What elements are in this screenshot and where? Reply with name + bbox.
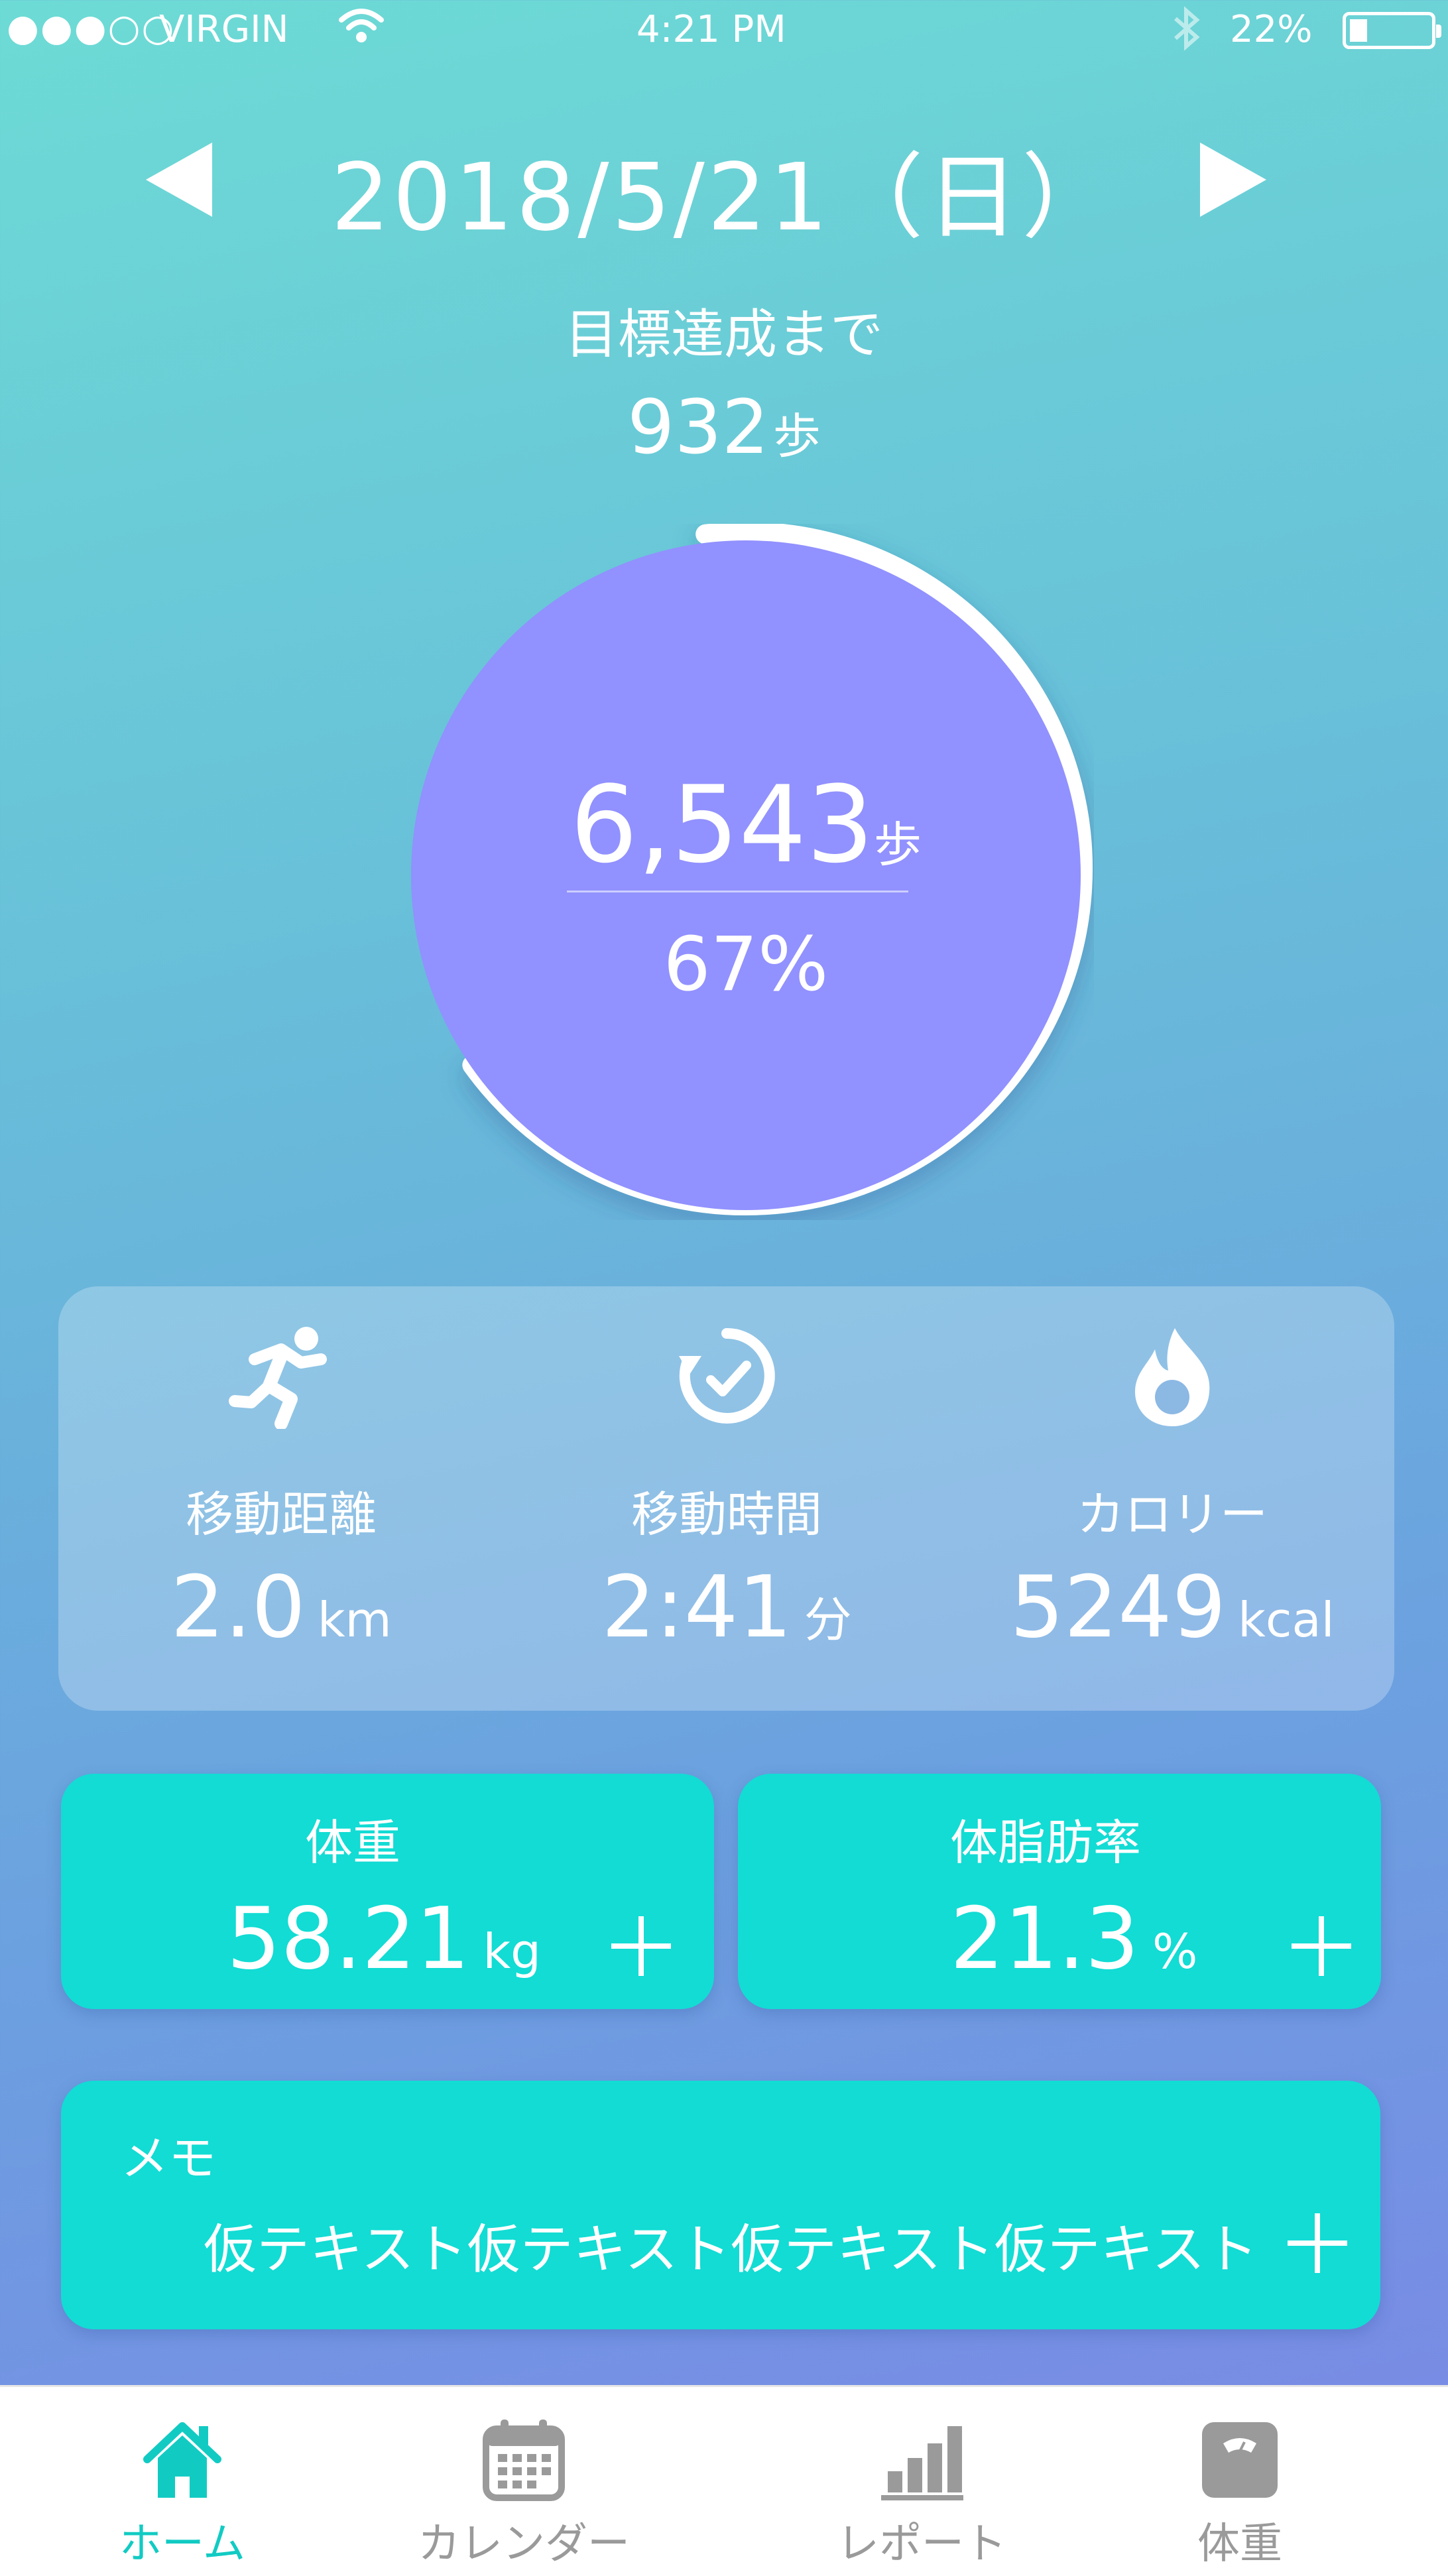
memo-card[interactable]: メモ 仮テキスト仮テキスト仮テキスト仮テキスト <box>61 2081 1380 2329</box>
stat-calories-label: カロリー <box>1076 1487 1268 1542</box>
add-weight-button[interactable] <box>611 1916 671 1976</box>
next-day-button[interactable] <box>1200 143 1266 217</box>
stat-calories-value: 5249 kcal <box>949 1558 1395 1657</box>
stat-calories-number: 5249 <box>1010 1558 1227 1657</box>
status-bar: ●●●○○ VIRGIN 4:21 PM 22% <box>0 0 1448 60</box>
flame-icon <box>1135 1328 1210 1426</box>
step-count-number: 6,543 <box>570 763 875 887</box>
tab-calendar-label: カレンダー <box>418 2520 630 2569</box>
tab-weight-label: 体重 <box>1197 2520 1282 2569</box>
tab-report[interactable]: レポート <box>822 2387 1021 2576</box>
weight-unit: kg <box>483 1924 541 1979</box>
stat-distance: 移動距離 2.0 km <box>58 1286 504 1711</box>
stat-distance-number: 2.0 <box>170 1558 306 1657</box>
signal-strength: ●●●○○ <box>7 7 176 50</box>
stat-distance-label: 移動距離 <box>185 1487 377 1542</box>
goal-percent: 67% <box>663 922 829 1008</box>
weight-card[interactable]: 体重 58.21 kg <box>61 1774 714 2009</box>
scale-icon <box>1202 2422 1278 2498</box>
body-fat-card[interactable]: 体脂肪率 21.3% <box>738 1774 1381 2009</box>
add-body-fat-button[interactable] <box>1292 1916 1351 1976</box>
weight-number: 58.21 <box>227 1890 470 1989</box>
stat-distance-unit: km <box>317 1592 392 1648</box>
bar-chart-icon <box>881 2426 963 2500</box>
timer-icon <box>679 1327 775 1424</box>
stat-time-label: 移動時間 <box>631 1487 822 1542</box>
calendar-icon <box>483 2420 565 2501</box>
carrier-name: VIRGIN <box>159 8 289 51</box>
stat-distance-value: 2.0 km <box>58 1558 504 1657</box>
goal-remaining-unit: 歩 <box>772 408 821 464</box>
home-icon <box>143 2422 221 2498</box>
body-fat-number: 21.3 <box>950 1890 1139 1989</box>
tab-weight[interactable]: 体重 <box>1157 2387 1323 2576</box>
battery-percent: 22% <box>1230 8 1313 51</box>
step-circle-text: 6,543歩 67% <box>398 524 1094 1220</box>
circle-divider <box>567 890 908 892</box>
goal-remaining-label: 目標達成まで <box>565 304 883 365</box>
tab-home[interactable]: ホーム <box>86 2387 278 2576</box>
weight-label: 体重 <box>304 1815 400 1871</box>
body-fat-unit: % <box>1152 1924 1198 1979</box>
running-person-icon <box>229 1327 327 1429</box>
clock: 4:21 PM <box>636 8 786 51</box>
stat-calories: カロリー 5249 kcal <box>949 1286 1395 1711</box>
stat-time-value: 2:41 分 <box>504 1558 949 1657</box>
wifi-icon <box>339 9 384 42</box>
goal-remaining-number: 932 <box>627 385 769 471</box>
step-count-unit: 歩 <box>874 817 922 873</box>
memo-label: メモ <box>121 2130 217 2186</box>
tab-bar: ホーム カレンダー レポート 体重 <box>0 2385 1448 2576</box>
add-memo-button[interactable] <box>1288 2213 1347 2273</box>
memo-text: 仮テキスト仮テキスト仮テキスト仮テキスト <box>204 2219 1258 2280</box>
activity-stats-card: 移動距離 2.0 km 移動時間 2:41 分 カロリー 5249 kcal <box>58 1286 1394 1711</box>
goal-remaining-value: 932歩 <box>0 385 1448 471</box>
stat-time-number: 2:41 <box>601 1558 792 1657</box>
weight-value: 58.21 kg <box>227 1890 541 1989</box>
body-fat-value: 21.3% <box>950 1890 1197 1989</box>
date-navigation: 2018/5/21（日） <box>0 123 1448 252</box>
body-fat-label: 体脂肪率 <box>950 1815 1142 1871</box>
stat-time-unit: 分 <box>804 1592 852 1648</box>
tab-home-label: ホーム <box>119 2520 246 2569</box>
stat-calories-unit: kcal <box>1238 1592 1335 1648</box>
step-count: 6,543歩 <box>398 763 1094 887</box>
stat-time: 移動時間 2:41 分 <box>504 1286 949 1711</box>
tab-calendar[interactable]: カレンダー <box>411 2387 636 2576</box>
tab-report-label: レポート <box>837 2520 1006 2569</box>
bluetooth-icon <box>1174 6 1200 51</box>
battery-icon <box>1343 12 1441 49</box>
